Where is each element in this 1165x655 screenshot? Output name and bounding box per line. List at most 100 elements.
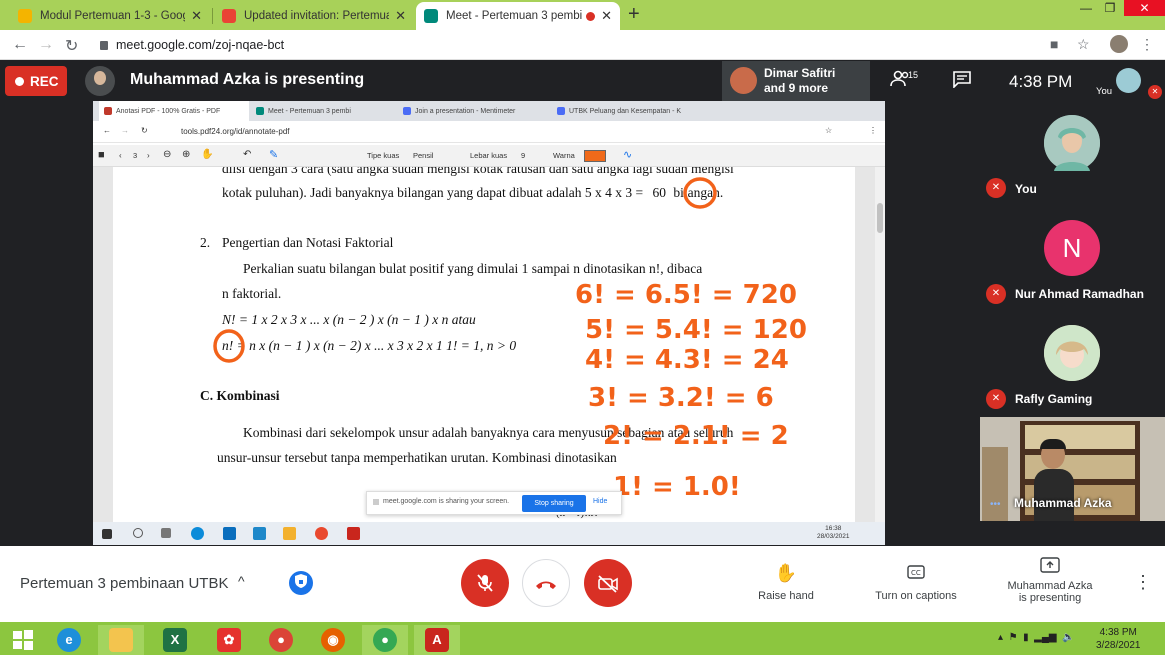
gmail-icon [222, 9, 236, 23]
close-window-button[interactable]: ✕ [1124, 0, 1165, 16]
shared-taskbar-clock: 16:38 28/03/2021 [817, 525, 850, 540]
presenting-title: Muhammad Azka is presenting [130, 71, 365, 88]
participant-avatar-initial: N [1044, 220, 1100, 276]
shared-taskbar: 16:38 28/03/2021 [93, 522, 885, 545]
restore-button[interactable]: ❐ [1100, 0, 1120, 16]
profile-avatar[interactable] [1110, 35, 1128, 53]
folder-icon [283, 527, 296, 540]
chevron-up-icon[interactable]: ^ [238, 573, 245, 589]
minimize-button[interactable]: — [1076, 0, 1096, 16]
lock-icon [100, 41, 108, 50]
camera-toggle-button[interactable] [584, 559, 632, 607]
shared-screen: Anotasi PDF - 100% Gratis - PDF Meet - P… [93, 101, 885, 545]
shared-tab-mentimeter: Join a presentation - Mentimeter [398, 101, 538, 121]
participant-name: Nur Ahmad Ramadhan [1015, 287, 1144, 301]
tab-invitation[interactable]: Updated invitation: Pertemuan 3 ✕ [214, 2, 414, 30]
taskbar-app[interactable]: ✿ [206, 625, 252, 655]
browser-tab-bar: Modul Pertemuan 1-3 - Google D ✕ Updated… [0, 0, 1165, 30]
self-label: You [1096, 86, 1113, 97]
presenter-avatar [85, 66, 115, 96]
taskbar-acrobat[interactable]: A [414, 625, 460, 655]
hide-button: Hide [593, 498, 608, 505]
hang-up-icon [536, 581, 556, 589]
chrome-icon [315, 527, 328, 540]
annotate-toolbar: ■ ‹ 3 › ⊖ ⊕ ✋ ↶ ✎ Tipe kuas Pensil Lebar… [93, 145, 885, 167]
system-clock[interactable]: 4:38 PM 3/28/2021 [1096, 626, 1141, 652]
page-prev-icon: ‹ [119, 151, 122, 160]
shield-icon[interactable] [289, 571, 313, 595]
address-bar: ← → ↻ meet.google.com/zoj-nqae-bct ■ ☆ ⋮ [0, 30, 1165, 60]
taskbar-firefox[interactable]: ◉ [310, 625, 356, 655]
undo-icon: ↶ [243, 149, 252, 160]
people-count: 15 [908, 70, 919, 80]
color-swatch [584, 150, 606, 162]
reload-icon[interactable]: ↻ [65, 36, 78, 56]
windows-logo-icon [13, 630, 33, 650]
url-field[interactable]: meet.google.com/zoj-nqae-bct [100, 38, 284, 52]
system-tray[interactable]: ▴ ⚑ ▮ ▂▄▆ 🔈 [998, 632, 1075, 643]
camera-off-icon [598, 575, 618, 593]
mic-off-icon: ✕ [986, 178, 1006, 198]
mic-off-icon [477, 574, 493, 592]
participants-summary-text: Dimar Safitri and 9 more [764, 66, 836, 95]
taskbar-ie[interactable]: e [46, 625, 92, 655]
back-icon[interactable]: ← [12, 36, 28, 54]
page-next-icon: › [147, 151, 150, 160]
new-tab-button[interactable]: + [628, 3, 640, 26]
wave-icon: ∿ [623, 149, 633, 161]
microphone-toggle-button[interactable] [461, 559, 509, 607]
forward-icon[interactable]: → [38, 36, 54, 54]
tab-meet[interactable]: Meet - Pertemuan 3 pembina ✕ [416, 2, 620, 30]
meeting-clock: 4:38 PM [1009, 72, 1073, 91]
participant-name: You [1015, 182, 1037, 196]
shared-tab-utbk: UTBK Peluang dan Kesempatan - K [552, 101, 702, 121]
forward-icon: → [121, 126, 129, 135]
presenting-button[interactable]: Muhammad Azka is presenting [1000, 557, 1100, 604]
meeting-title[interactable]: Pertemuan 3 pembinaan UTBK [20, 575, 228, 592]
mail-icon [223, 527, 236, 540]
camera-icon[interactable]: ■ [1050, 36, 1058, 52]
shared-address-bar: ← → ↻ tools.pdf24.org/id/annotate-pdf ☆ … [93, 121, 885, 143]
raise-hand-button[interactable]: ✋ Raise hand [756, 563, 816, 602]
hand-icon: ✋ [201, 149, 214, 160]
close-icon[interactable]: ✕ [601, 8, 612, 24]
record-dot-icon [15, 76, 24, 86]
chat-icon[interactable] [953, 71, 971, 93]
firefox-icon: ◉ [321, 628, 345, 652]
participant-avatar-you [1044, 115, 1100, 171]
recording-indicator-icon [586, 11, 596, 21]
google-drive-icon [18, 9, 32, 23]
participant-avatar [730, 67, 757, 94]
grip-icon [373, 499, 379, 505]
leave-call-button[interactable] [522, 559, 570, 607]
shared-tab-annotate: Anotasi PDF - 100% Gratis - PDF [99, 101, 249, 121]
mic-off-icon: ✕ [986, 389, 1006, 409]
more-options-icon[interactable]: ⋮ [1134, 572, 1152, 593]
presenter-tile-name: Muhammad Azka [1014, 496, 1112, 510]
taskbar-chrome[interactable]: ● [258, 625, 304, 655]
taskbar-chrome-meet[interactable]: ● [362, 625, 408, 655]
star-icon: ☆ [825, 126, 833, 135]
close-icon[interactable]: ✕ [395, 8, 406, 24]
taskbar-excel[interactable]: X [152, 625, 198, 655]
taskbar-explorer[interactable] [98, 625, 144, 655]
captions-button[interactable]: CC Turn on captions [868, 563, 964, 602]
meet-icon [424, 9, 438, 23]
start-button[interactable] [0, 625, 46, 655]
close-icon[interactable]: ✕ [191, 8, 202, 24]
back-icon: ← [103, 126, 111, 135]
menu-icon: ⋮ [869, 126, 877, 135]
task-view-icon [161, 528, 171, 538]
star-icon[interactable]: ☆ [1077, 36, 1090, 53]
participant-avatar-rafly [1044, 325, 1100, 381]
pdf-page: diisi dengan 3 cara (satu angka sudah me… [113, 167, 855, 522]
internet-explorer-icon: e [57, 628, 81, 652]
svg-text:CC: CC [911, 569, 921, 577]
reload-icon: ↻ [141, 126, 148, 135]
captions-icon: CC [868, 563, 964, 584]
stop-sharing-button: Stop sharing [522, 495, 586, 512]
acrobat-icon: A [425, 628, 449, 652]
menu-icon[interactable]: ⋮ [1140, 36, 1154, 53]
tab-modul[interactable]: Modul Pertemuan 1-3 - Google D ✕ [10, 2, 210, 30]
store-icon [253, 527, 266, 540]
